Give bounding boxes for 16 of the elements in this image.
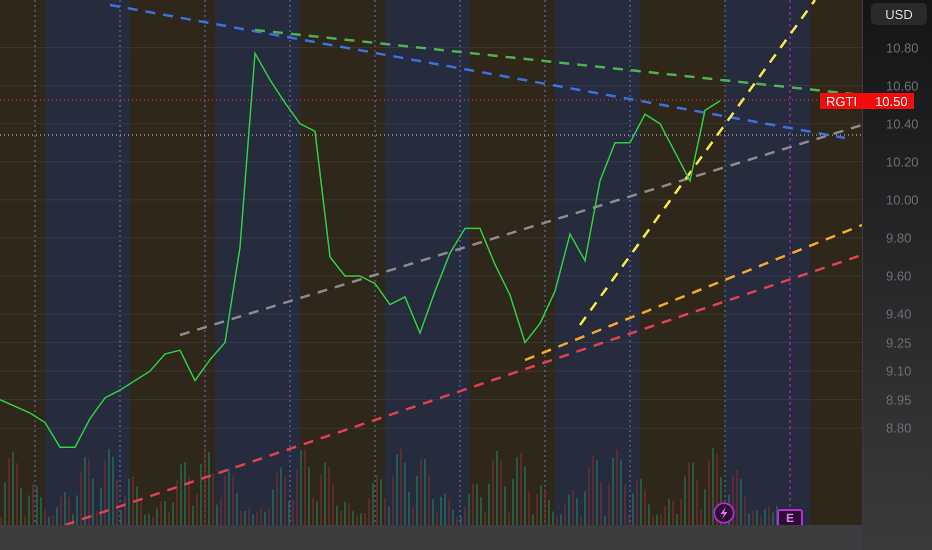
symbol-label: RGTI [825,94,858,108]
price-axis-label: 9.40 [886,306,912,322]
price-axis-label: 10.40 [886,116,919,132]
price-axis-label: 8.95 [886,392,912,408]
price-axis-label: 10.20 [886,154,919,170]
price-axis-label: 9.80 [886,230,912,246]
price-axis-label: 9.10 [886,364,912,379]
price-axis-label: 10.60 [886,78,919,94]
last-price-label: 10.50 [874,94,909,108]
price-axis-label: 8.80 [886,420,912,436]
currency-button[interactable]: USD [871,3,927,25]
price-axis-label: 9.60 [886,268,912,284]
price-axis-label: 10.80 [886,40,919,56]
price-axis-label: 9.25 [886,335,912,350]
lightning-icon[interactable] [713,502,735,524]
price-axis-label: 10.00 [886,192,919,208]
